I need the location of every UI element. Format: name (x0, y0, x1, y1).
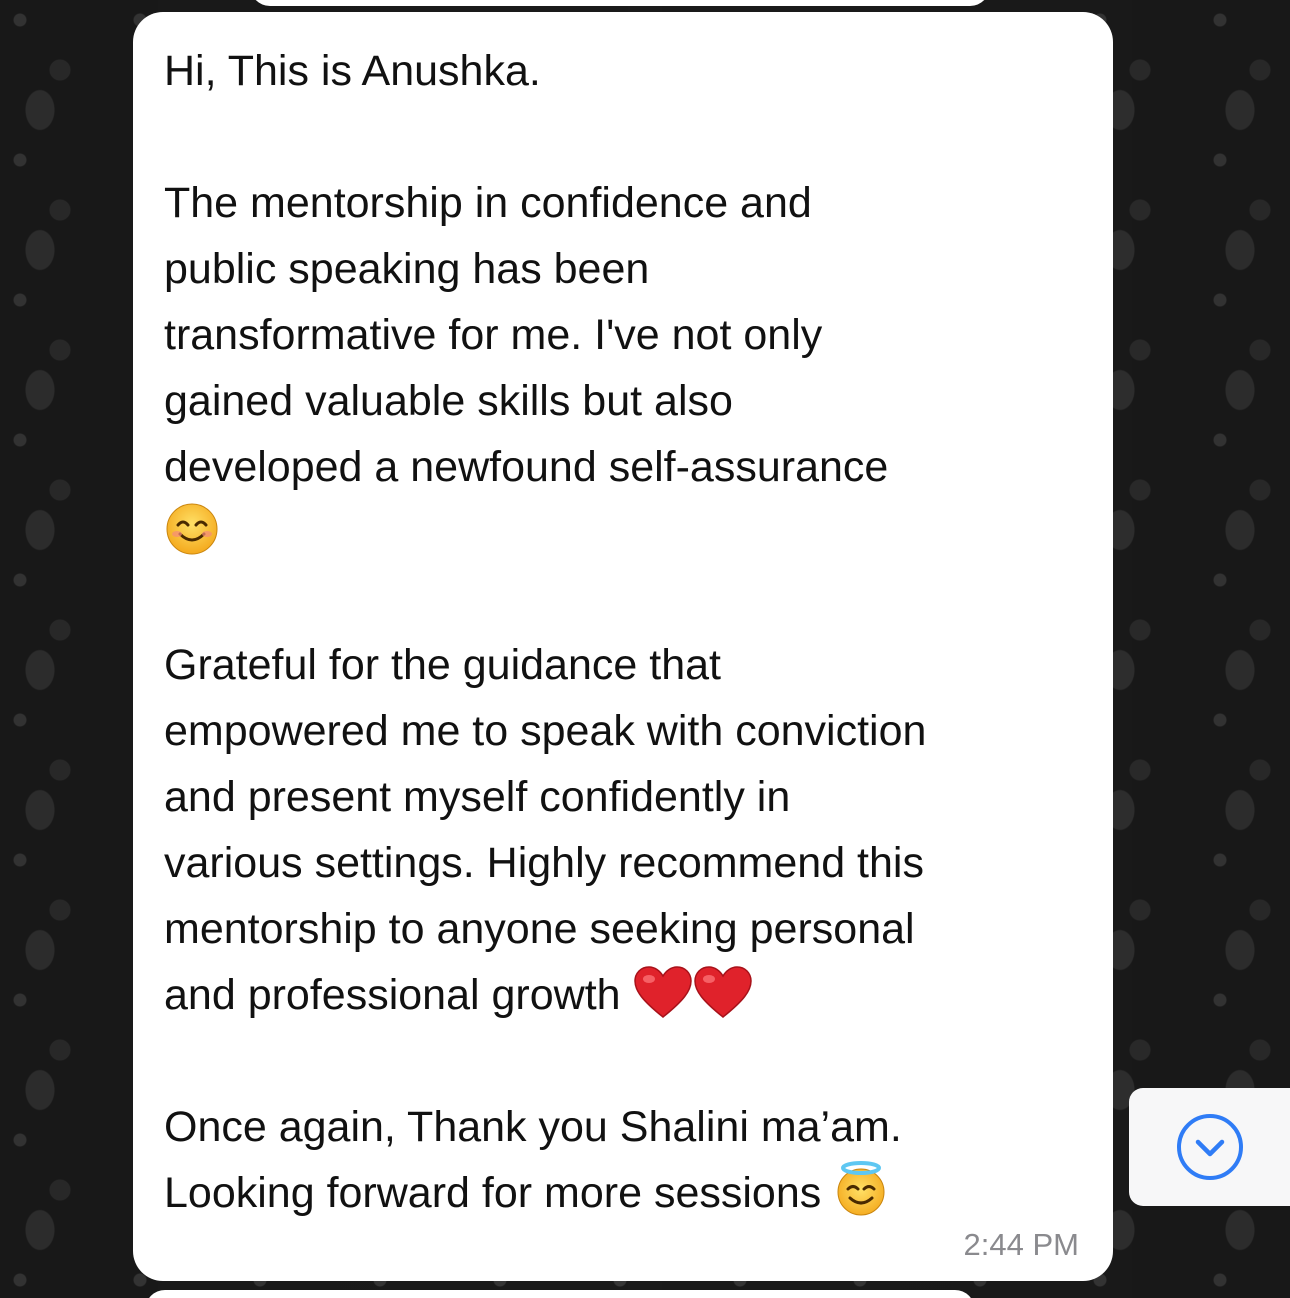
previous-message-bubble-edge (250, 0, 990, 6)
message-timestamp: 2:44 PM (963, 1227, 1079, 1262)
scroll-to-bottom-button[interactable] (1129, 1088, 1290, 1206)
message-greeting: Hi, This is Anushka. (164, 47, 541, 95)
next-message-bubble-edge (145, 1290, 975, 1298)
message-bubble[interactable]: Hi, This is Anushka. The mentorship in c… (133, 12, 1113, 1281)
smiling-face-emoji-icon (166, 503, 218, 555)
message-paragraph-1: The mentorship in confidence and public … (164, 179, 889, 491)
red-heart-emoji-icon (693, 966, 752, 1018)
chevron-down-circle-icon (1177, 1114, 1243, 1180)
message-paragraph-3: Once again, Thank you Shalini ma’am. Loo… (164, 1103, 902, 1217)
smiling-face-with-halo-emoji-icon (837, 1161, 885, 1216)
message-paragraph-2: Grateful for the guidance that empowered… (164, 641, 927, 1019)
message-text: Hi, This is Anushka. The mentorship in c… (164, 38, 1083, 1226)
red-heart-emoji-icon (633, 966, 692, 1018)
